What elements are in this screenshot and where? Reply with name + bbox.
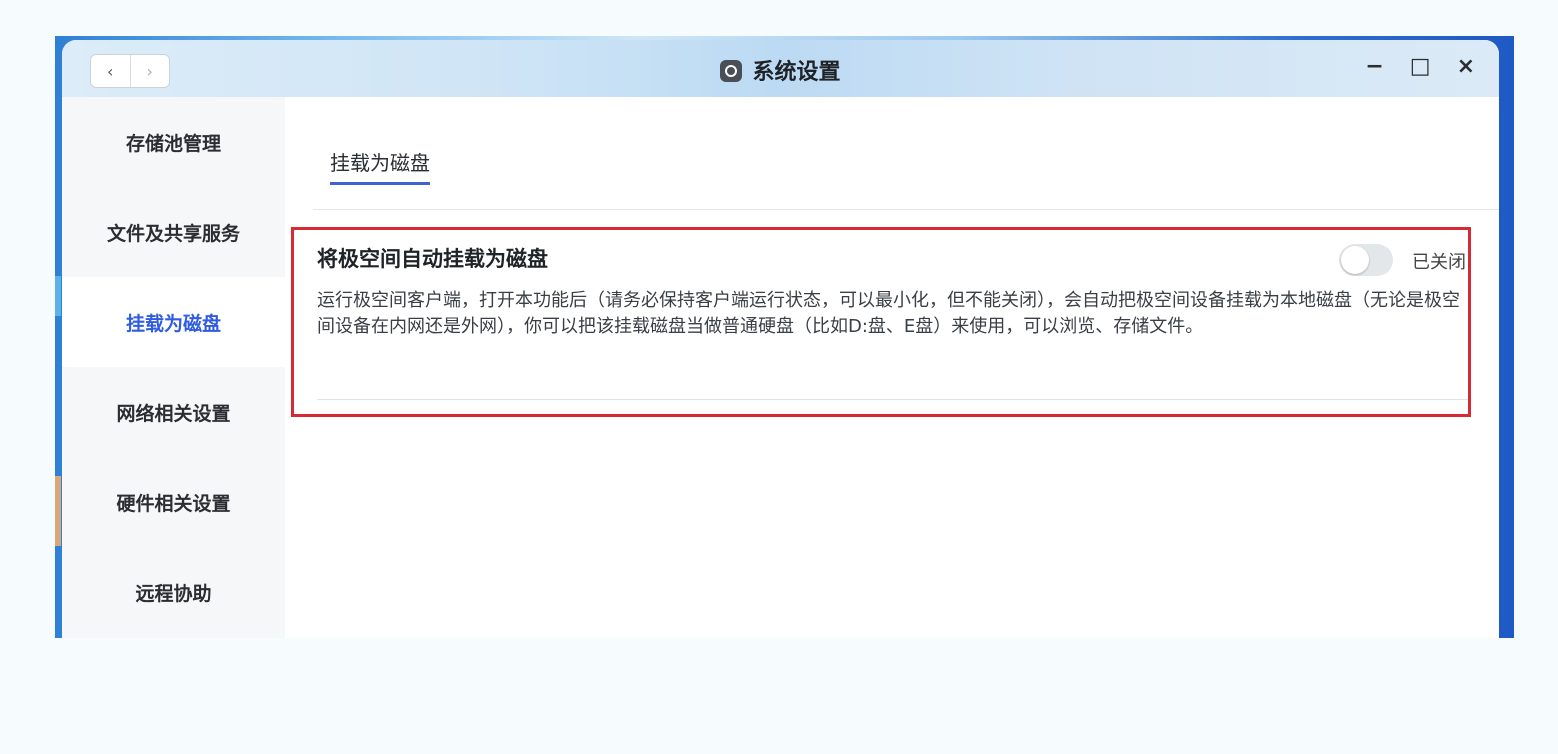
toggle-status-label: 已关闭 [1412,252,1466,273]
settings-app-icon [720,60,743,82]
tab-mount-disk[interactable]: 挂载为磁盘 [330,147,430,185]
sidebar-item-label: 远程协助 [135,582,212,605]
sidebar-item-remote-assist[interactable]: 远程协助 [62,547,285,637]
tab-divider [313,209,1499,210]
setting-title: 将极空间自动挂载为磁盘 [317,247,548,271]
main-content: 挂载为磁盘 将极空间自动挂载为磁盘 已关闭 运行极空间客户端，打开本功能后（请务… [285,97,1499,638]
close-icon[interactable]: × [1457,54,1475,79]
card-divider [317,399,1468,400]
sidebar-item-hardware[interactable]: 硬件相关设置 [62,457,285,547]
title-bar: ‹ › 系统设置 − □ × [62,40,1499,97]
sidebar-item-storage-pool[interactable]: 存储池管理 [62,97,285,187]
sidebar-item-label: 挂载为磁盘 [125,312,221,335]
desktop-peek [55,476,61,546]
minimize-icon[interactable]: − [1365,54,1383,79]
maximize-icon[interactable]: □ [1410,54,1431,79]
sidebar-item-label: 文件及共享服务 [106,222,240,245]
setting-card-auto-mount: 将极空间自动挂载为磁盘 已关闭 运行极空间客户端，打开本功能后（请务必保持客户端… [291,227,1471,417]
toggle-knob [1341,246,1369,274]
window-title: 系统设置 [752,60,841,85]
sidebar-item-mount-disk[interactable]: 挂载为磁盘 [62,277,285,367]
setting-description: 运行极空间客户端，打开本功能后（请务必保持客户端运行状态，可以最小化，但不能关闭… [317,290,1460,337]
sidebar-item-network[interactable]: 网络相关设置 [62,367,285,457]
auto-mount-toggle[interactable] [1339,244,1393,276]
sidebar-item-file-sharing[interactable]: 文件及共享服务 [62,187,285,277]
sidebar: 存储池管理 文件及共享服务 挂载为磁盘 网络相关设置 硬件相关设置 远程协助 [62,97,285,638]
desktop-peek [55,276,61,316]
window-title-area: 系统设置 [62,54,1499,86]
window-controls: − □ × [1365,54,1475,79]
sidebar-item-label: 存储池管理 [125,132,221,155]
settings-window: ‹ › 系统设置 − □ × 存储池管理 文件及共享服务 挂载为磁盘 网络相关设… [62,40,1499,638]
sidebar-item-label: 硬件相关设置 [116,492,231,515]
sidebar-item-label: 网络相关设置 [116,402,231,425]
